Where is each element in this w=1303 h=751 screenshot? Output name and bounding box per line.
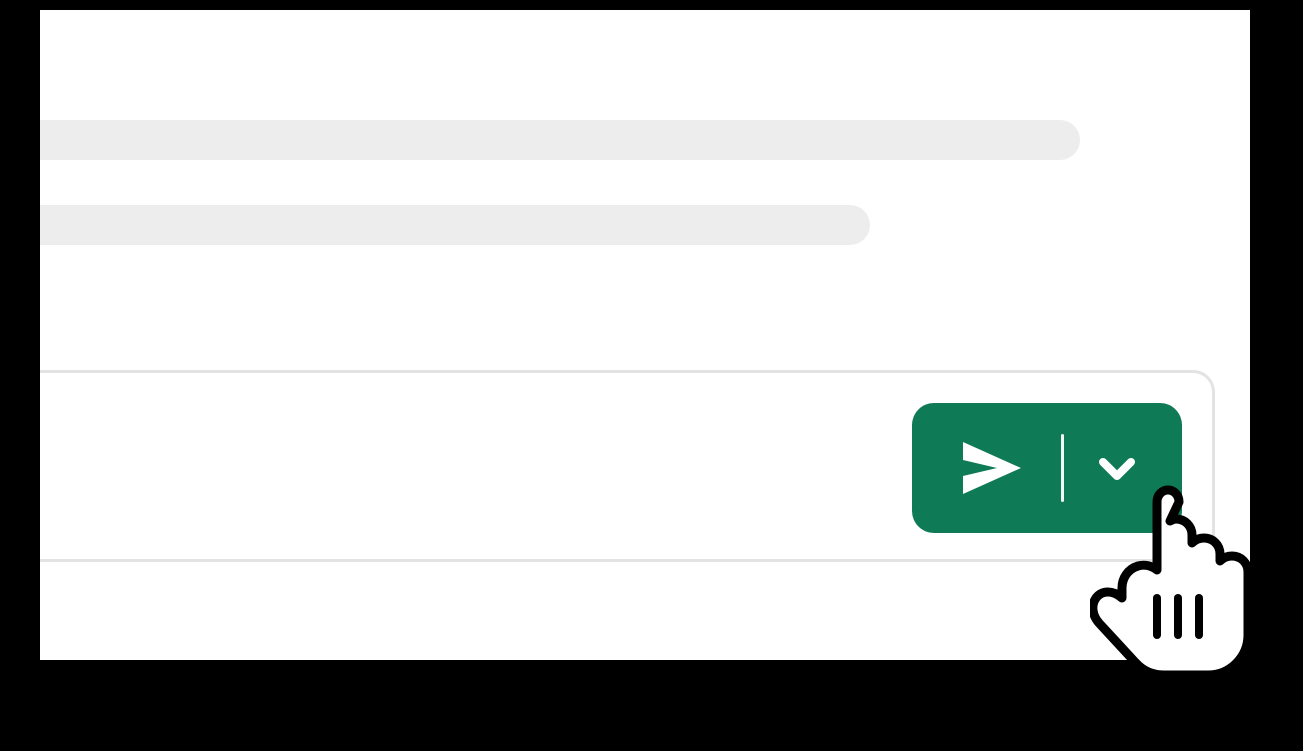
content-placeholder-line [40, 120, 1080, 160]
compose-input-area[interactable] [40, 370, 1215, 562]
send-button[interactable] [953, 438, 1033, 498]
send-icon [959, 438, 1027, 498]
compose-card [40, 10, 1250, 660]
button-divider [1061, 434, 1064, 502]
chevron-down-icon [1097, 454, 1137, 482]
send-split-button[interactable] [912, 403, 1182, 533]
send-options-dropdown[interactable] [1092, 454, 1142, 482]
content-placeholder-line [40, 205, 870, 245]
